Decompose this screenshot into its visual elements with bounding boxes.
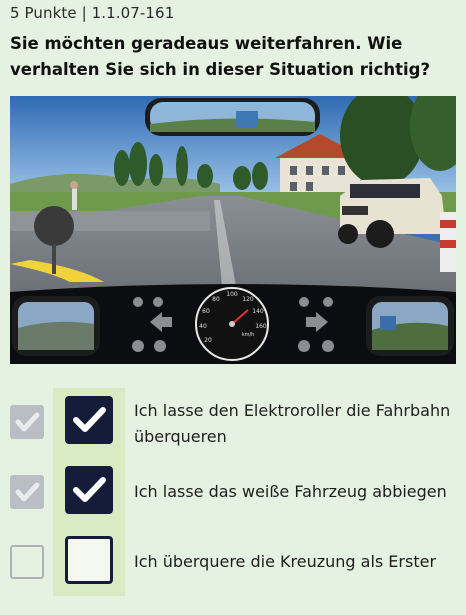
- answer-row: Ich überquere die Kreuzung als Erster: [0, 532, 466, 592]
- speedo-tick: 40: [199, 323, 207, 330]
- speedo-tick: 140: [252, 308, 264, 315]
- speedo-tick: 20: [204, 337, 212, 344]
- checkmark-icon: [15, 482, 40, 502]
- answer-text[interactable]: Ich lasse das weiße Fahrzeug abbiegen: [134, 479, 459, 505]
- speedo-tick: 80: [212, 296, 220, 303]
- speedo-tick: 100: [226, 291, 238, 298]
- answer-text[interactable]: Ich lasse den Elektroroller die Fahrbahn…: [134, 398, 459, 450]
- solution-checkbox: [10, 545, 44, 579]
- checkmark-icon: [73, 477, 106, 502]
- solution-checkbox: [10, 405, 44, 439]
- driving-scene-image: 20 40 60 80 100 120 140 160 km/h: [10, 96, 456, 364]
- speedo-tick: 120: [242, 296, 254, 303]
- answer-row: Ich lasse das weiße Fahrzeug abbiegen: [0, 462, 466, 522]
- checkmark-icon: [15, 412, 40, 432]
- question-header-meta: 5 Punkte | 1.1.07-161: [10, 4, 175, 22]
- question-text: Sie möchten geradeaus weiterfahren. Wie …: [10, 34, 431, 79]
- answer-checkbox[interactable]: [65, 396, 113, 444]
- answer-text[interactable]: Ich überquere die Kreuzung als Erster: [134, 549, 459, 575]
- speedo-tick: 60: [202, 308, 210, 315]
- answer-row: Ich lasse den Elektroroller die Fahrbahn…: [0, 392, 466, 452]
- answer-checkbox[interactable]: [65, 466, 113, 514]
- speedo-unit: km/h: [242, 332, 255, 338]
- answer-checkbox[interactable]: [65, 536, 113, 584]
- solution-checkbox: [10, 475, 44, 509]
- speedo-tick: 160: [255, 323, 267, 330]
- checkmark-icon: [73, 407, 106, 432]
